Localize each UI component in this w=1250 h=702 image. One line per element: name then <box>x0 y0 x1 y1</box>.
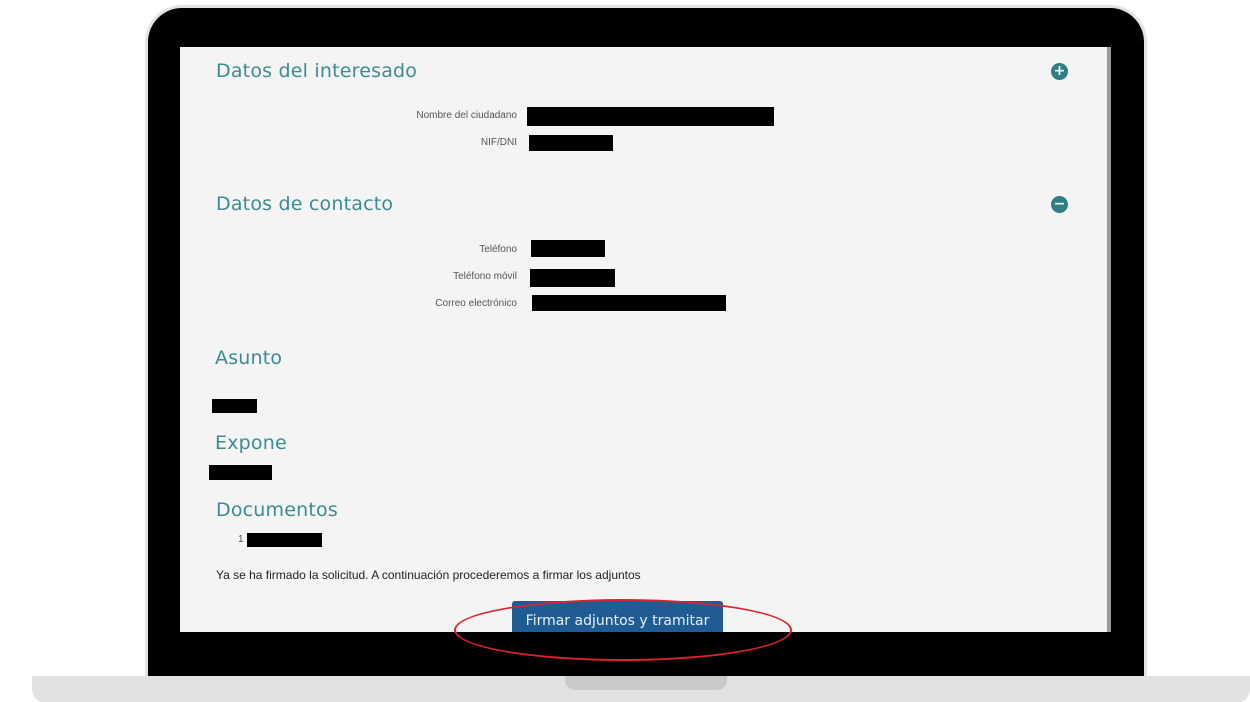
field-label-movil: Teléfono móvil <box>453 271 517 282</box>
redacted-asunto-value <box>212 399 257 413</box>
redacted-document-name[interactable] <box>247 533 322 547</box>
section-title-expone: Expone <box>215 432 287 454</box>
form-summary-screen: Datos del interesado + Nombre del ciudad… <box>180 47 1111 632</box>
minus-circle-icon[interactable]: − <box>1051 196 1068 213</box>
plus-circle-icon[interactable]: + <box>1051 63 1068 80</box>
redacted-nif-value <box>529 135 613 151</box>
scrollbar[interactable] <box>1107 47 1111 632</box>
status-message: Ya se ha firmado la solicitud. A continu… <box>216 568 641 582</box>
laptop-notch <box>565 676 727 690</box>
section-title-asunto: Asunto <box>215 347 283 369</box>
field-label-nombre: Nombre del ciudadano <box>416 110 517 121</box>
field-label-correo: Correo electrónico <box>435 298 517 309</box>
document-number: 1 <box>238 534 244 545</box>
redacted-nombre-value <box>527 107 774 126</box>
section-title-documentos: Documentos <box>216 499 338 521</box>
redacted-expone-value <box>209 465 272 480</box>
field-label-telefono: Teléfono <box>479 244 517 255</box>
redacted-movil-value <box>530 269 615 287</box>
section-title-interesado: Datos del interesado <box>216 60 418 82</box>
redacted-correo-value <box>532 295 726 311</box>
redacted-telefono-value <box>531 240 605 257</box>
laptop-mockup: Datos del interesado + Nombre del ciudad… <box>0 0 1250 702</box>
section-title-contacto: Datos de contacto <box>216 193 394 215</box>
sign-attachments-button[interactable]: Firmar adjuntos y tramitar <box>512 601 723 632</box>
field-label-nif: NIF/DNI <box>480 137 517 148</box>
